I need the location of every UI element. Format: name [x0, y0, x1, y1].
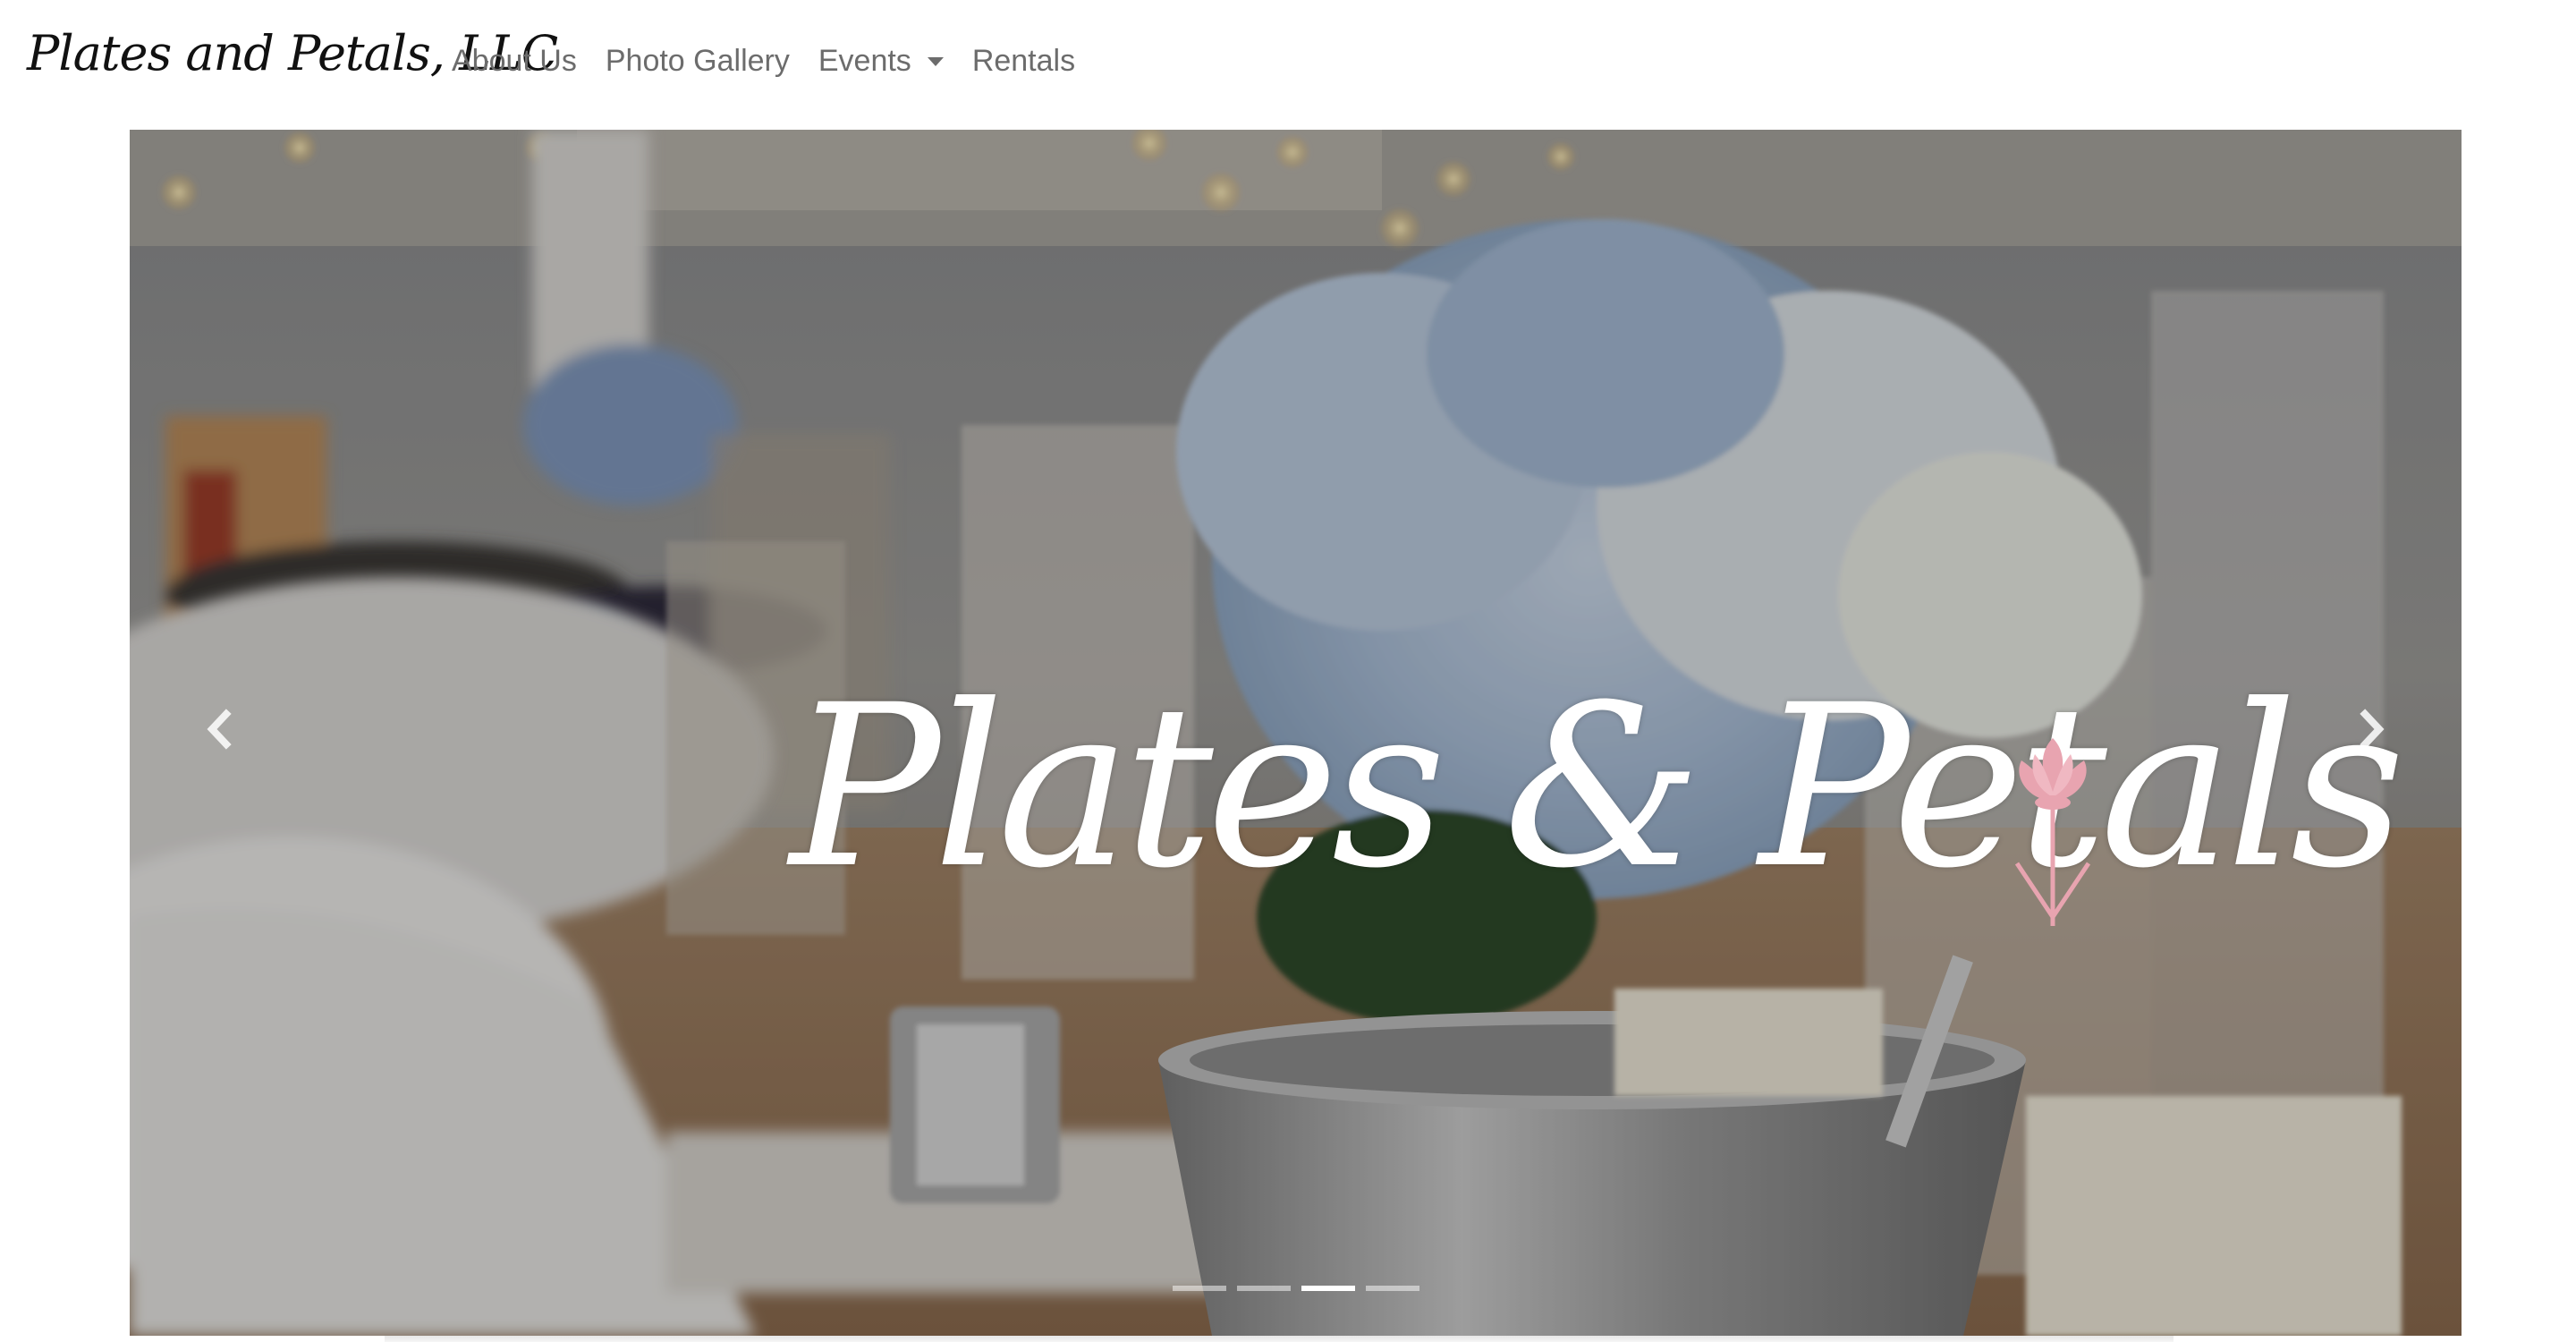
carousel-indicator-2[interactable] [1236, 1286, 1291, 1291]
slide-caption-title: Plates & Petals [790, 657, 2405, 917]
nav-link-label: About Us [452, 43, 577, 78]
nav-link-label: Events [818, 43, 911, 78]
pink-flower-icon [2014, 738, 2091, 926]
hero-carousel: Plates & Petals [130, 130, 2462, 1336]
nav-link-label: Rentals [971, 43, 1076, 78]
nav-link-photo-gallery[interactable]: Photo Gallery [606, 44, 790, 79]
carousel-prev-button[interactable] [130, 631, 309, 828]
slide-caption-logo: Plates & Petals [666, 568, 2405, 962]
nav-links: About Us Photo Gallery Events Rentals [452, 41, 1104, 81]
chevron-left-icon [207, 709, 232, 750]
carousel-indicator-1[interactable] [1172, 1286, 1226, 1291]
carousel-next-button[interactable] [2283, 631, 2462, 828]
carousel-indicators [130, 1286, 2462, 1291]
caret-down-icon [927, 57, 944, 66]
carousel-indicator-4[interactable] [1365, 1286, 1419, 1291]
nav-link-about-us[interactable]: About Us [452, 44, 577, 79]
chevron-right-icon [2360, 709, 2385, 750]
navbar: Plates and Petals, LLC About Us Photo Ga… [0, 0, 2576, 125]
nav-link-events-dropdown[interactable]: Events [818, 44, 944, 79]
section-divider-shadow [385, 1336, 2174, 1342]
nav-link-rentals[interactable]: Rentals [972, 44, 1075, 79]
nav-link-label: Photo Gallery [605, 43, 790, 78]
carousel-indicator-3[interactable] [1301, 1286, 1355, 1291]
